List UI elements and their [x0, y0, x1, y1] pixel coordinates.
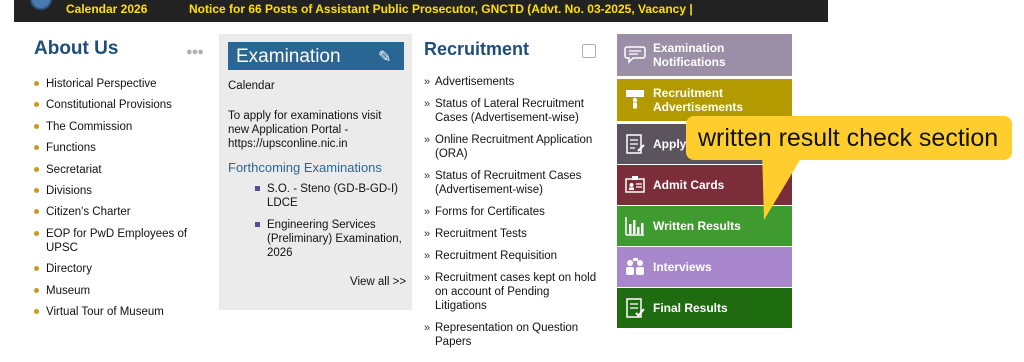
bar-chart-icon [625, 217, 644, 236]
callout-text: written result check section [698, 124, 999, 152]
callout-pointer [762, 150, 806, 220]
id-card-icon [625, 176, 645, 193]
about-item-functions[interactable]: Functions [34, 141, 214, 155]
chat-icon [624, 46, 646, 64]
checklist-icon [626, 298, 645, 318]
page: Calendar 2026 Notice for 66 Posts of Ass… [0, 0, 1024, 362]
exam-item-so-steno[interactable]: S.O. - Steno (GD-B-GD-I) LDCE [255, 182, 405, 210]
people-icon: ●●● [186, 46, 204, 58]
tile-label: Admit Cards [653, 178, 725, 192]
recruitment-item-advertisements[interactable]: Advertisements [424, 75, 604, 89]
examination-header: Examination ✎ [228, 42, 404, 70]
form-icon [626, 134, 645, 154]
tile-label: Final Results [653, 301, 728, 315]
tile-final-results[interactable]: Final Results [617, 288, 792, 328]
recruitment-item-requisition[interactable]: Recruitment Requisition [424, 249, 604, 263]
tile-recruitment-advertisements[interactable]: Recruitment Advertisements [617, 79, 792, 121]
recruitment-item-representation[interactable]: Representation on Question Papers [424, 321, 604, 349]
about-item-directory[interactable]: Directory [34, 262, 214, 276]
recruitment-list: Advertisements Status of Lateral Recruit… [424, 75, 604, 349]
about-item-museum[interactable]: Museum [34, 284, 214, 298]
about-item-historical-perspective[interactable]: Historical Perspective [34, 77, 214, 91]
about-us-section: About Us ●●● Historical Perspective Cons… [34, 38, 214, 326]
annotation-callout: written result check section [686, 116, 1012, 160]
tile-label: Examination Notifications [653, 41, 726, 69]
person-reading-icon: ✎ [378, 49, 392, 66]
about-item-divisions[interactable]: Divisions [34, 184, 214, 198]
tile-label: Interviews [653, 260, 712, 274]
about-item-citizens-charter[interactable]: Citizen's Charter [34, 205, 214, 219]
tile-label: Written Results [653, 219, 741, 233]
recruitment-section: Recruitment Advertisements Status of Lat… [424, 38, 604, 357]
forthcoming-list: S.O. - Steno (GD-B-GD-I) LDCE Engineerin… [255, 182, 405, 268]
calendar-link[interactable]: Calendar [228, 80, 275, 92]
recruitment-item-forms[interactable]: Forms for Certificates [424, 205, 604, 219]
about-item-eop-pwd[interactable]: EOP for PwD Employees of UPSC [34, 227, 214, 255]
view-all-link[interactable]: View all >> [350, 276, 406, 288]
ticker-item-calendar[interactable]: Calendar 2026 [66, 2, 147, 16]
person-sign-icon [626, 90, 644, 109]
about-item-the-commission[interactable]: The Commission [34, 120, 214, 134]
news-ticker: Calendar 2026 Notice for 66 Posts of Ass… [14, 0, 828, 22]
recruitment-item-cases-status[interactable]: Status of Recruitment Cases (Advertiseme… [424, 169, 604, 197]
about-item-constitutional-provisions[interactable]: Constitutional Provisions [34, 98, 214, 112]
recruitment-item-ora[interactable]: Online Recruitment Application (ORA) [424, 133, 604, 161]
ticker-item-notice[interactable]: Notice for 66 Posts of Assistant Public … [189, 2, 693, 16]
recruitment-item-lateral-status[interactable]: Status of Lateral Recruitment Cases (Adv… [424, 97, 604, 125]
recruitment-title: Recruitment [424, 39, 530, 59]
about-item-secretariat[interactable]: Secretariat [34, 163, 214, 177]
recruitment-item-on-hold[interactable]: Recruitment cases kept on hold on accoun… [424, 271, 604, 313]
tile-label: Recruitment Advertisements [653, 86, 744, 114]
briefcase-icon [582, 44, 596, 58]
tile-label: Apply [653, 137, 687, 151]
examination-section: Examination ✎ Calendar To apply for exam… [219, 34, 412, 310]
tile-examination-notifications[interactable]: Examination Notifications [617, 34, 792, 76]
exam-item-engineering-services[interactable]: Engineering Services (Preliminary) Exami… [255, 218, 405, 260]
recruitment-item-tests[interactable]: Recruitment Tests [424, 227, 604, 241]
forthcoming-examinations-heading[interactable]: Forthcoming Examinations [228, 160, 382, 175]
tile-interviews[interactable]: Interviews [617, 247, 792, 287]
about-item-virtual-tour[interactable]: Virtual Tour of Museum [34, 305, 214, 319]
about-us-list: Historical Perspective Constitutional Pr… [34, 77, 214, 319]
interview-icon [626, 258, 644, 275]
examination-title: Examination [236, 46, 341, 67]
application-portal-text[interactable]: To apply for examinations visit new Appl… [228, 109, 404, 151]
